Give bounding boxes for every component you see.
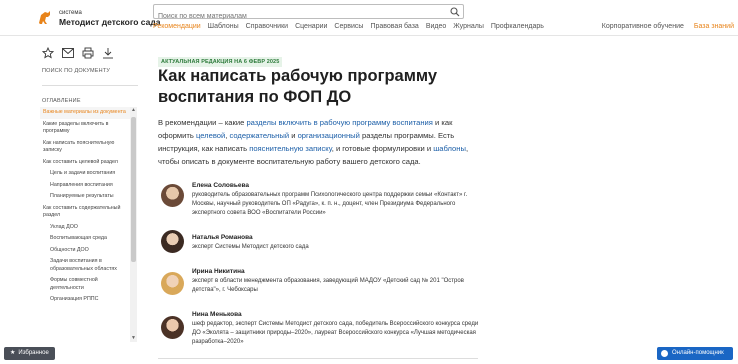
favorites-label: Избранное: [18, 350, 49, 356]
content-divider: [158, 358, 478, 359]
online-help-label: Онлайн-помощник: [672, 350, 724, 356]
avatar: [161, 184, 184, 207]
toc-item[interactable]: Важные материалы из документа: [40, 107, 131, 119]
toc-item[interactable]: Как составить содержательный раздел: [40, 203, 131, 222]
intro-link[interactable]: содержательный: [229, 131, 289, 140]
search-input[interactable]: [154, 10, 444, 23]
nav-item-legal[interactable]: Правовая база: [370, 23, 418, 30]
nav-item-knowledge[interactable]: База знаний: [694, 23, 734, 30]
nav-item-corporate[interactable]: Корпоративное обучение: [602, 23, 684, 30]
avatar: [161, 272, 184, 295]
author-name: Нина Менькова: [192, 311, 242, 318]
logo-horse-icon: [39, 11, 50, 24]
toc-item[interactable]: Направления воспитания: [40, 180, 131, 192]
toc-scrollbar[interactable]: ▲ ▼: [130, 107, 137, 342]
nav-item-services[interactable]: Сервисы: [334, 23, 363, 30]
scroll-up-arrow-icon[interactable]: ▲: [130, 107, 137, 114]
scroll-thumb[interactable]: [131, 117, 136, 262]
toc-list: Важные материалы из документа Какие разд…: [40, 107, 131, 306]
email-icon[interactable]: [61, 46, 75, 60]
toc-item[interactable]: Цель и задачи воспитания: [40, 168, 131, 180]
author-description: эксперт Системы Методист детского сада: [192, 244, 309, 250]
intro-link[interactable]: шаблоны: [433, 144, 466, 153]
search-icon[interactable]: [450, 7, 460, 17]
intro-text: В рекомендации – какие: [158, 118, 247, 127]
main-nav: Рекомендации Шаблоны Справочники Сценари…: [153, 23, 551, 30]
article: АКТУАЛЬНАЯ РЕДАКЦИЯ НА 6 ФЕВР 2025 Как н…: [158, 50, 478, 345]
chat-icon: [661, 350, 668, 357]
scroll-down-arrow-icon[interactable]: ▼: [130, 335, 137, 342]
intro-text: , и готовые формулировки и: [331, 144, 434, 153]
sidebar: ПОИСК ПО ДОКУМЕНТУ ОГЛАВЛЕНИЕ Важные мат…: [33, 44, 139, 344]
nav-item-calendar[interactable]: Профкалендарь: [491, 23, 544, 30]
author-description: шеф редактор, эксперт Системы Методист д…: [192, 321, 479, 345]
logo-title: Методист детского сада: [59, 17, 161, 27]
doc-tools: [41, 44, 139, 62]
toc-item[interactable]: Формы совместной деятельности: [40, 275, 131, 294]
toc-item[interactable]: Как написать пояснительную записку: [40, 138, 131, 157]
intro-text: и: [289, 131, 298, 140]
print-icon[interactable]: [81, 46, 95, 60]
toc-item[interactable]: Уклад ДОО: [40, 222, 131, 234]
nav-item-recommendations[interactable]: Рекомендации: [153, 23, 201, 30]
intro-link[interactable]: организационный: [298, 131, 360, 140]
favorite-star-icon[interactable]: [41, 46, 55, 60]
download-icon[interactable]: [101, 46, 115, 60]
nav-item-scenarios[interactable]: Сценарии: [295, 23, 327, 30]
toc-heading: ОГЛАВЛЕНИЕ: [42, 98, 81, 104]
nav-item-templates[interactable]: Шаблоны: [208, 23, 239, 30]
author-name: Ирина Никитина: [192, 268, 245, 275]
intro-link[interactable]: разделы включить в рабочую программу вос…: [246, 118, 432, 127]
author-name: Елена Соловьева: [192, 182, 249, 189]
header: система Методист детского сада Рекоменда…: [0, 0, 738, 36]
toc-item[interactable]: Какие разделы включить в программу: [40, 119, 131, 138]
doc-search-field[interactable]: [42, 76, 138, 86]
toc-item[interactable]: Общности ДОО: [40, 245, 131, 257]
intro-link[interactable]: пояснительную записку: [249, 144, 332, 153]
toc-item[interactable]: Как составить целевой раздел: [40, 157, 131, 169]
toc-item[interactable]: Организация РППС: [40, 294, 131, 306]
toc-item[interactable]: Задачи воспитания в образовательных обла…: [40, 256, 131, 275]
nav-item-video[interactable]: Видео: [426, 23, 446, 30]
avatar: [161, 230, 184, 253]
favorites-button[interactable]: ★ Избранное: [4, 347, 55, 360]
intro-paragraph: В рекомендации – какие разделы включить …: [158, 116, 478, 168]
page-title: Как написать рабочую программу воспитани…: [158, 67, 438, 106]
star-icon: ★: [10, 350, 16, 356]
author-description: руководитель образовательных программ Пс…: [192, 192, 468, 216]
nav-item-journals[interactable]: Журналы: [453, 23, 484, 30]
avatar: [161, 316, 184, 339]
toc-item[interactable]: Планируемые результаты: [40, 191, 131, 203]
doc-search-heading: ПОИСК ПО ДОКУМЕНТУ: [42, 68, 111, 74]
online-help-button[interactable]: Онлайн-помощник: [657, 347, 733, 360]
toc-item[interactable]: Воспитывающая среда: [40, 233, 131, 245]
intro-link[interactable]: целевой: [196, 131, 225, 140]
author-description: эксперт в области менеджмента образовани…: [192, 278, 464, 293]
search-box[interactable]: [153, 4, 464, 23]
author-name: Наталья Романова: [192, 234, 253, 241]
logo[interactable]: система Методист детского сада: [35, 8, 161, 28]
nav-right: Корпоративное обучение База знаний: [592, 23, 734, 30]
nav-item-references[interactable]: Справочники: [246, 23, 288, 30]
